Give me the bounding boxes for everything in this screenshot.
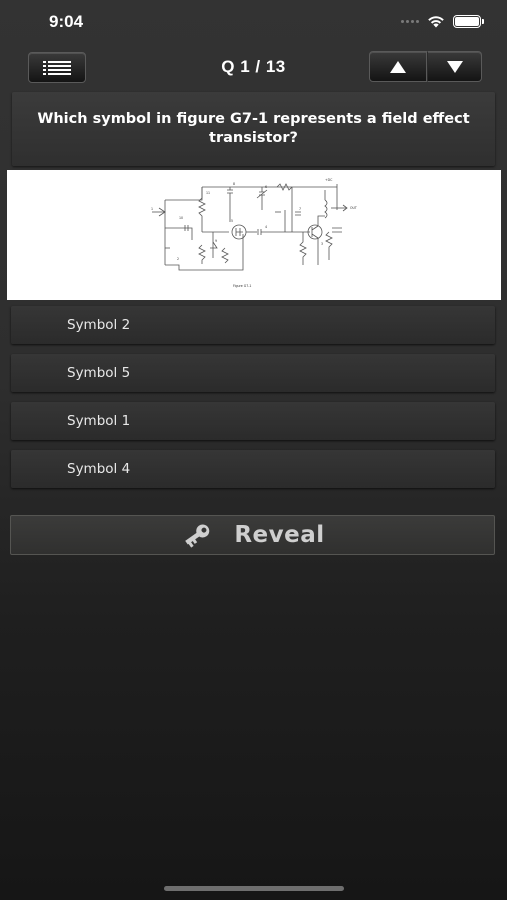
home-indicator (164, 886, 344, 891)
figure-caption: Figure G7-1 (233, 284, 251, 288)
label-5: 5 (231, 219, 233, 223)
answer-option-2[interactable]: Symbol 5 (11, 354, 495, 392)
question-box: Which symbol in figure G7-1 represents a… (12, 92, 495, 166)
answer-option-label: Symbol 1 (67, 413, 131, 429)
answer-option-4[interactable]: Symbol 4 (11, 450, 495, 488)
answer-option-label: Symbol 5 (67, 365, 131, 381)
label-11: 11 (206, 191, 210, 195)
next-question-button[interactable] (427, 51, 482, 82)
previous-question-button[interactable] (369, 51, 427, 82)
label-out: OUT (350, 206, 357, 210)
answer-option-1[interactable]: Symbol 2 (11, 306, 495, 344)
arrow-up-icon (390, 60, 406, 73)
label-6: 6 (265, 185, 267, 189)
schematic-diagram: +DC OUT 10 11 1 2 5 8 9 6 4 7 3 Figure G… (151, 178, 357, 288)
wifi-icon (428, 16, 444, 28)
status-time: 9:04 (49, 12, 84, 31)
key-icon (185, 524, 210, 548)
question-text: Which symbol in figure G7-1 represents a… (37, 111, 470, 146)
label-3: 3 (321, 242, 323, 246)
answer-option-label: Symbol 2 (67, 317, 131, 333)
battery-icon (453, 15, 484, 28)
label-4: 4 (265, 225, 267, 229)
label-vdc: +DC (325, 178, 333, 182)
arrow-down-icon (446, 60, 463, 73)
answer-option-label: Symbol 4 (67, 461, 131, 477)
label-9: 9 (215, 239, 217, 243)
cellular-signal-icon (401, 20, 419, 23)
status-bar: 9:04 (0, 0, 507, 46)
label-8: 8 (233, 182, 235, 186)
answer-option-3[interactable]: Symbol 1 (11, 402, 495, 440)
question-figure: +DC OUT 10 11 1 2 5 8 9 6 4 7 3 Figure G… (7, 170, 501, 300)
reveal-label: Reveal (234, 522, 325, 548)
reveal-button[interactable]: Reveal (10, 515, 495, 555)
label-10: 10 (179, 216, 183, 220)
label-7: 7 (299, 207, 301, 211)
nav-bar: Q 1 / 13 (0, 46, 507, 90)
status-icons (401, 15, 484, 28)
label-2: 2 (177, 257, 179, 261)
label-1: 1 (151, 207, 153, 211)
